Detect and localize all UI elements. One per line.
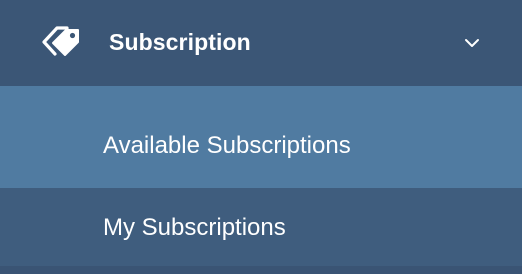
menu-item-label: Available Subscriptions: [103, 132, 351, 159]
sidebar-nav: Subscription Available Subscriptions My …: [0, 0, 522, 274]
menu-header-label: Subscription: [109, 29, 251, 55]
menu-item-available-subscriptions[interactable]: Available Subscriptions: [0, 86, 522, 188]
subscription-menu-toggle[interactable]: Subscription: [0, 0, 522, 86]
menu-item-label: My Subscriptions: [103, 214, 286, 241]
menu-item-my-subscriptions[interactable]: My Subscriptions: [0, 188, 522, 266]
menu-divider: [0, 266, 522, 274]
tags-icon: [40, 23, 82, 61]
chevron-down-icon[interactable]: [462, 35, 482, 51]
